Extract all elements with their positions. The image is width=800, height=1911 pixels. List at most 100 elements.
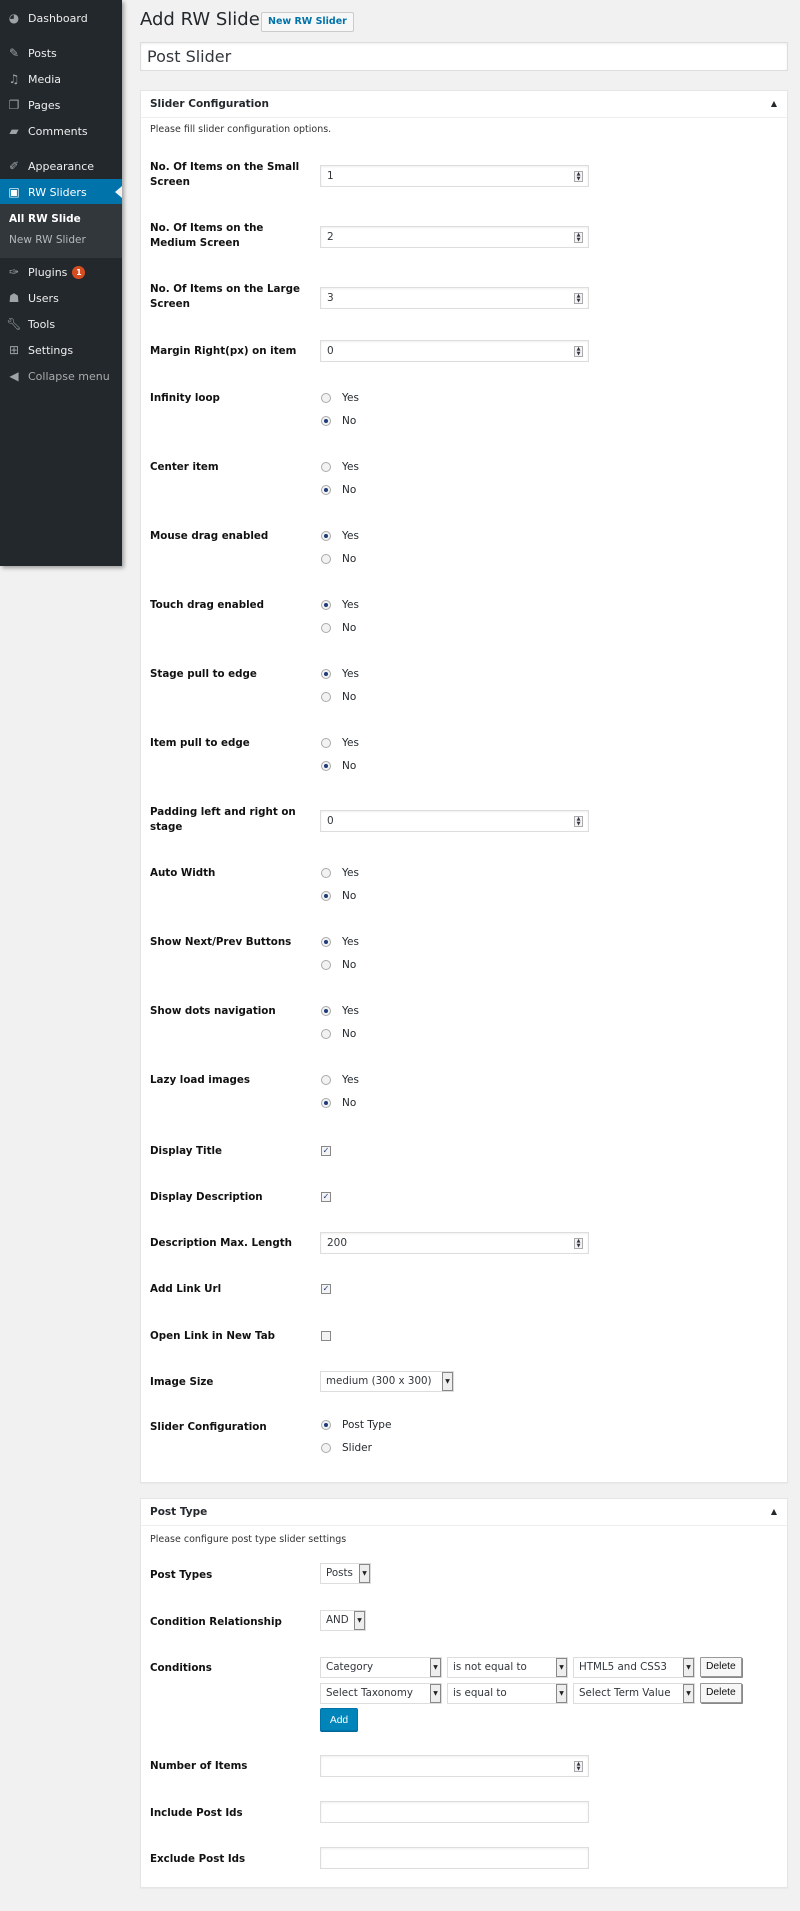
lazy-load-no[interactable]: No (321, 1097, 356, 1109)
sidebar-item-tools[interactable]: 🔧︎ Tools (0, 311, 122, 337)
slider-source-post-type[interactable]: Post Type (321, 1419, 391, 1431)
radio-button[interactable] (321, 393, 331, 403)
stage-padding-input[interactable]: 0 ▲ ▼ (320, 810, 589, 832)
slider-icon: ▣ (8, 185, 20, 199)
touch-drag-yes[interactable]: Yes (321, 599, 359, 611)
submenu-new-rw-slider[interactable]: New RW Slider (9, 234, 86, 246)
radio-button[interactable] (321, 623, 331, 633)
condition-term-select[interactable]: Select Term Value ▼ (573, 1683, 695, 1704)
radio-button[interactable] (321, 891, 331, 901)
collapse-menu-button[interactable]: ◀ Collapse menu (0, 363, 122, 389)
sidebar-item-pages[interactable]: ❐ Pages (0, 92, 122, 118)
spinner-icon[interactable]: ▲ ▼ (574, 171, 583, 182)
spinner-icon[interactable]: ▲ ▼ (574, 293, 583, 304)
sidebar-item-appearance[interactable]: ✐ Appearance (0, 153, 122, 179)
submenu-all-rw-slide[interactable]: All RW Slide (9, 213, 81, 225)
new-rw-slider-button[interactable]: New RW Slider (261, 12, 354, 32)
small-screen-items-input[interactable]: 1 ▲ ▼ (320, 165, 589, 187)
radio-button[interactable] (321, 1098, 331, 1108)
condition-operator-select[interactable]: is not equal to ▼ (447, 1657, 568, 1678)
radio-button[interactable] (321, 669, 331, 679)
sidebar-item-plugins[interactable]: ✑ Plugins 1 (0, 259, 122, 285)
radio-button[interactable] (321, 485, 331, 495)
radio-button[interactable] (321, 416, 331, 426)
radio-button[interactable] (321, 868, 331, 878)
spinner-icon[interactable]: ▲ ▼ (574, 1761, 583, 1772)
post-types-select[interactable]: Posts ▼ (320, 1563, 371, 1584)
display-description-checkbox[interactable]: ✓ (321, 1192, 331, 1202)
radio-button[interactable] (321, 554, 331, 564)
panel-header[interactable]: Slider Configuration ▲ (141, 91, 787, 118)
item-pull-no[interactable]: No (321, 760, 356, 772)
infinity-loop-no[interactable]: No (321, 415, 356, 427)
display-title-checkbox[interactable]: ✓ (321, 1146, 331, 1156)
sidebar-item-users[interactable]: ☗ Users (0, 285, 122, 311)
touch-drag-no[interactable]: No (321, 622, 356, 634)
radio-button[interactable] (321, 761, 331, 771)
condition-operator-select[interactable]: is equal to ▼ (447, 1683, 568, 1704)
auto-width-no[interactable]: No (321, 890, 356, 902)
dots-nav-no[interactable]: No (321, 1028, 356, 1040)
radio-button[interactable] (321, 600, 331, 610)
add-condition-button[interactable]: Add (320, 1708, 358, 1731)
dropdown-arrow-icon: ▼ (556, 1658, 567, 1677)
add-link-url-checkbox[interactable]: ✓ (321, 1284, 331, 1294)
radio-button[interactable] (321, 1420, 331, 1430)
radio-button[interactable] (321, 692, 331, 702)
auto-width-yes[interactable]: Yes (321, 867, 359, 879)
margin-right-input[interactable]: 0 ▲ ▼ (320, 340, 589, 362)
mouse-drag-yes[interactable]: Yes (321, 530, 359, 542)
condition-taxonomy-select[interactable]: Category ▼ (320, 1657, 442, 1678)
image-size-select[interactable]: medium (300 x 300) ▼ (320, 1371, 454, 1392)
sidebar-item-comments[interactable]: ▰ Comments (0, 118, 122, 144)
collapse-toggle-icon[interactable]: ▲ (771, 1507, 777, 1516)
open-new-tab-checkbox[interactable] (321, 1331, 331, 1341)
stage-pull-no[interactable]: No (321, 691, 356, 703)
item-pull-yes[interactable]: Yes (321, 737, 359, 749)
sidebar-item-rw-sliders[interactable]: ▣ RW Sliders (0, 179, 122, 205)
radio-button[interactable] (321, 1075, 331, 1085)
spinner-icon[interactable]: ▲ ▼ (574, 232, 583, 243)
panel-header[interactable]: Post Type ▲ (141, 1499, 787, 1526)
exclude-post-ids-input[interactable] (320, 1847, 589, 1869)
slider-title-input[interactable] (140, 42, 788, 71)
slider-configuration-panel: Slider Configuration ▲ Please fill slide… (140, 90, 788, 1483)
infinity-loop-yes[interactable]: Yes (321, 392, 359, 404)
radio-button[interactable] (321, 1029, 331, 1039)
spinner-icon[interactable]: ▲ ▼ (574, 816, 583, 827)
slider-source-slider[interactable]: Slider (321, 1442, 372, 1454)
center-item-yes[interactable]: Yes (321, 461, 359, 473)
sidebar-item-media[interactable]: ♫ Media (0, 66, 122, 92)
radio-button[interactable] (321, 462, 331, 472)
dots-nav-yes[interactable]: Yes (321, 1005, 359, 1017)
delete-condition-button[interactable]: Delete (700, 1683, 742, 1703)
nav-buttons-yes[interactable]: Yes (321, 936, 359, 948)
number-of-items-input[interactable]: ▲ ▼ (320, 1755, 589, 1777)
description-max-length-input[interactable]: 200 ▲ ▼ (320, 1232, 589, 1254)
sidebar-item-label: Comments (28, 124, 88, 138)
center-item-no[interactable]: No (321, 484, 356, 496)
delete-condition-button[interactable]: Delete (700, 1657, 742, 1677)
spinner-icon[interactable]: ▲ ▼ (574, 1238, 583, 1249)
large-screen-items-input[interactable]: 3 ▲ ▼ (320, 287, 589, 309)
condition-term-select[interactable]: HTML5 and CSS3 ▼ (573, 1657, 695, 1678)
lazy-load-yes[interactable]: Yes (321, 1074, 359, 1086)
radio-button[interactable] (321, 738, 331, 748)
sidebar-item-posts[interactable]: ✎ Posts (0, 40, 122, 66)
radio-button[interactable] (321, 1006, 331, 1016)
medium-screen-items-input[interactable]: 2 ▲ ▼ (320, 226, 589, 248)
sidebar-item-dashboard[interactable]: ◕ Dashboard (0, 5, 122, 31)
condition-relationship-select[interactable]: AND ▼ (320, 1610, 366, 1631)
condition-taxonomy-select[interactable]: Select Taxonomy ▼ (320, 1683, 442, 1704)
collapse-toggle-icon[interactable]: ▲ (771, 99, 777, 108)
radio-button[interactable] (321, 1443, 331, 1453)
stage-pull-yes[interactable]: Yes (321, 668, 359, 680)
radio-button[interactable] (321, 960, 331, 970)
mouse-drag-no[interactable]: No (321, 553, 356, 565)
include-post-ids-input[interactable] (320, 1801, 589, 1823)
spinner-icon[interactable]: ▲ ▼ (574, 346, 583, 357)
radio-button[interactable] (321, 937, 331, 947)
radio-button[interactable] (321, 531, 331, 541)
nav-buttons-no[interactable]: No (321, 959, 356, 971)
sidebar-item-settings[interactable]: ⊞ Settings (0, 337, 122, 363)
